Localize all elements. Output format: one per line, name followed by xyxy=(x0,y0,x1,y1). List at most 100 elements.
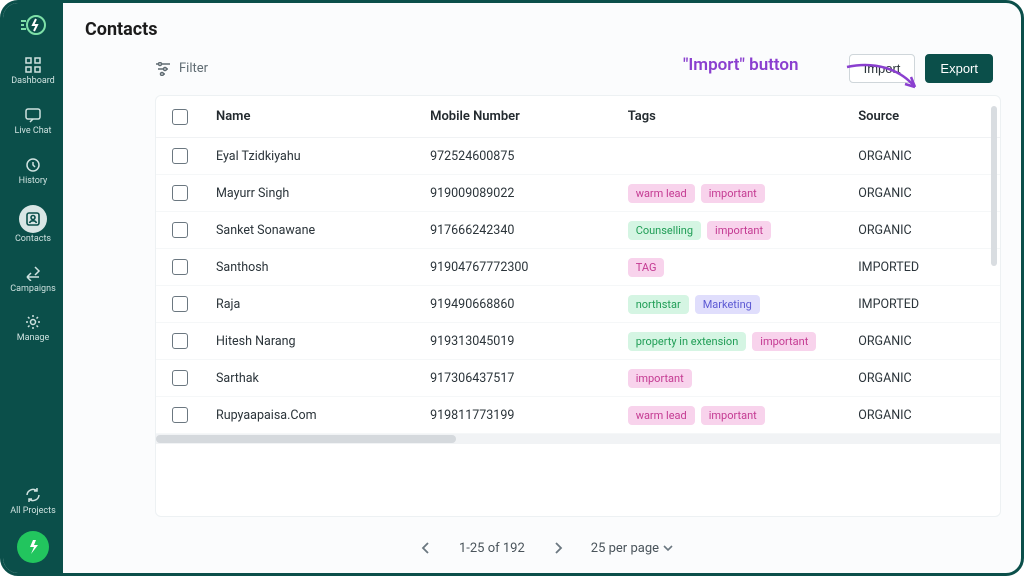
sidebar-item-history[interactable]: History xyxy=(3,149,63,193)
sidebar: Dashboard Live Chat History Contacts Cam… xyxy=(3,3,63,573)
tag[interactable]: property in extension xyxy=(628,332,747,351)
sidebar-item-label: Live Chat xyxy=(15,127,52,137)
cell-name: Raja xyxy=(216,297,430,312)
cell-source: ORGANIC xyxy=(858,408,990,423)
contacts-table: Name Mobile Number Tags Source Eyal Tzid… xyxy=(155,95,1001,517)
gear-icon xyxy=(22,312,44,332)
sidebar-item-live-chat[interactable]: Live Chat xyxy=(3,99,63,143)
cell-source: ORGANIC xyxy=(858,149,990,164)
cell-name: Eyal Tzidkiyahu xyxy=(216,149,430,164)
cell-tags: TAG xyxy=(628,258,859,277)
sidebar-item-manage[interactable]: Manage xyxy=(3,306,63,350)
vertical-scrollbar[interactable] xyxy=(991,106,997,266)
pagination: 1-25 of 192 25 per page xyxy=(85,525,1001,565)
cell-mobile: 919009089022 xyxy=(430,186,628,201)
app-logo xyxy=(16,11,50,39)
table-header: Name Mobile Number Tags Source xyxy=(156,96,1000,138)
column-header-tags[interactable]: Tags xyxy=(628,109,859,124)
tag[interactable]: TAG xyxy=(628,258,665,277)
table-row[interactable]: Santhosh91904767772300TAG IMPORTED xyxy=(156,249,1000,286)
row-checkbox[interactable] xyxy=(172,222,188,238)
cell-tags: northstar Marketing xyxy=(628,295,859,314)
per-page-select[interactable]: 25 per page xyxy=(591,541,673,556)
sync-icon xyxy=(22,485,44,505)
cell-name: Sanket Sonawane xyxy=(216,223,430,238)
cell-source: IMPORTED xyxy=(858,297,990,312)
cell-source: ORGANIC xyxy=(858,223,990,238)
tag[interactable]: warm lead xyxy=(628,406,695,425)
main-content: Contacts Filter Import Export Name Mobil… xyxy=(63,3,1021,573)
table-row[interactable]: Rupyaapaisa.Com919811773199warm leadimpo… xyxy=(156,397,1000,434)
tag[interactable]: important xyxy=(752,332,816,351)
chevron-down-icon xyxy=(663,544,673,552)
cell-tags: important xyxy=(628,369,859,388)
table-row[interactable]: Raja919490668860northstar Marketing IMPORT… xyxy=(156,286,1000,323)
table-row[interactable]: Sanket Sonawane917666242340Counselling im… xyxy=(156,212,1000,249)
pagination-range: 1-25 of 192 xyxy=(459,541,525,556)
row-checkbox[interactable] xyxy=(172,370,188,386)
tag[interactable]: Marketing xyxy=(695,295,760,314)
cell-source: ORGANIC xyxy=(858,186,990,201)
page-title: Contacts xyxy=(85,19,1001,40)
row-checkbox[interactable] xyxy=(172,148,188,164)
cell-name: Mayurr Singh xyxy=(216,186,430,201)
tag[interactable]: warm lead xyxy=(628,184,695,203)
filter-button[interactable]: Filter xyxy=(155,61,208,76)
send-icon xyxy=(22,263,44,283)
tag[interactable]: important xyxy=(701,184,765,203)
cell-name: Sarthak xyxy=(216,371,430,386)
row-checkbox[interactable] xyxy=(172,296,188,312)
tag[interactable]: important xyxy=(701,406,765,425)
row-checkbox[interactable] xyxy=(172,259,188,275)
table-row[interactable]: Mayurr Singh919009089022warm lead importa… xyxy=(156,175,1000,212)
table-row[interactable]: Eyal Tzidkiyahu972524600875 ORGANIC xyxy=(156,138,1000,175)
cell-source: ORGANIC xyxy=(858,334,990,349)
chat-icon xyxy=(22,105,44,125)
sidebar-item-campaigns[interactable]: Campaigns xyxy=(3,257,63,301)
cell-tags: Counselling important xyxy=(628,221,859,240)
tag[interactable]: northstar xyxy=(628,295,689,314)
cell-mobile: 91904767772300 xyxy=(430,260,628,275)
tag[interactable]: important xyxy=(628,369,692,388)
export-button[interactable]: Export xyxy=(925,54,993,83)
table-row[interactable]: Hitesh Narang919313045019property in ext… xyxy=(156,323,1000,360)
select-all-checkbox[interactable] xyxy=(172,109,188,125)
cell-mobile: 919811773199 xyxy=(430,408,628,423)
sidebar-item-label: Campaigns xyxy=(10,285,55,295)
next-page-button[interactable] xyxy=(545,535,571,561)
cell-source: IMPORTED xyxy=(858,260,990,275)
tag[interactable]: Counselling xyxy=(628,221,701,240)
contact-icon xyxy=(19,205,47,233)
sidebar-item-label: Manage xyxy=(17,334,49,344)
sidebar-item-contacts[interactable]: Contacts xyxy=(3,199,63,251)
cell-mobile: 917666242340 xyxy=(430,223,628,238)
cell-tags: property in extension important xyxy=(628,332,859,351)
row-checkbox[interactable] xyxy=(172,407,188,423)
cell-mobile: 919490668860 xyxy=(430,297,628,312)
toolbar: Filter Import Export xyxy=(85,54,1001,95)
column-header-name[interactable]: Name xyxy=(216,109,430,124)
cell-name: Hitesh Narang xyxy=(216,334,430,349)
horizontal-scrollbar[interactable] xyxy=(156,434,1000,444)
prev-page-button[interactable] xyxy=(413,535,439,561)
filter-label: Filter xyxy=(179,61,208,76)
avatar[interactable] xyxy=(17,531,49,563)
cell-mobile: 917306437517 xyxy=(430,371,628,386)
column-header-source[interactable]: Source xyxy=(858,109,990,124)
sidebar-item-label: History xyxy=(19,177,48,187)
import-button[interactable]: Import xyxy=(849,54,916,83)
tag[interactable]: important xyxy=(707,221,771,240)
table-row[interactable]: Sarthak917306437517important ORGANIC xyxy=(156,360,1000,397)
cell-mobile: 972524600875 xyxy=(430,149,628,164)
sidebar-item-label: All Projects xyxy=(10,507,55,517)
sidebar-item-all-projects[interactable]: All Projects xyxy=(3,479,63,523)
filter-icon xyxy=(155,62,171,76)
cell-tags: warm lead important xyxy=(628,184,859,203)
sidebar-item-dashboard[interactable]: Dashboard xyxy=(3,49,63,93)
cell-source: ORGANIC xyxy=(858,371,990,386)
cell-name: Santhosh xyxy=(216,260,430,275)
sidebar-item-label: Dashboard xyxy=(11,77,55,87)
row-checkbox[interactable] xyxy=(172,333,188,349)
column-header-mobile[interactable]: Mobile Number xyxy=(430,109,628,124)
row-checkbox[interactable] xyxy=(172,185,188,201)
